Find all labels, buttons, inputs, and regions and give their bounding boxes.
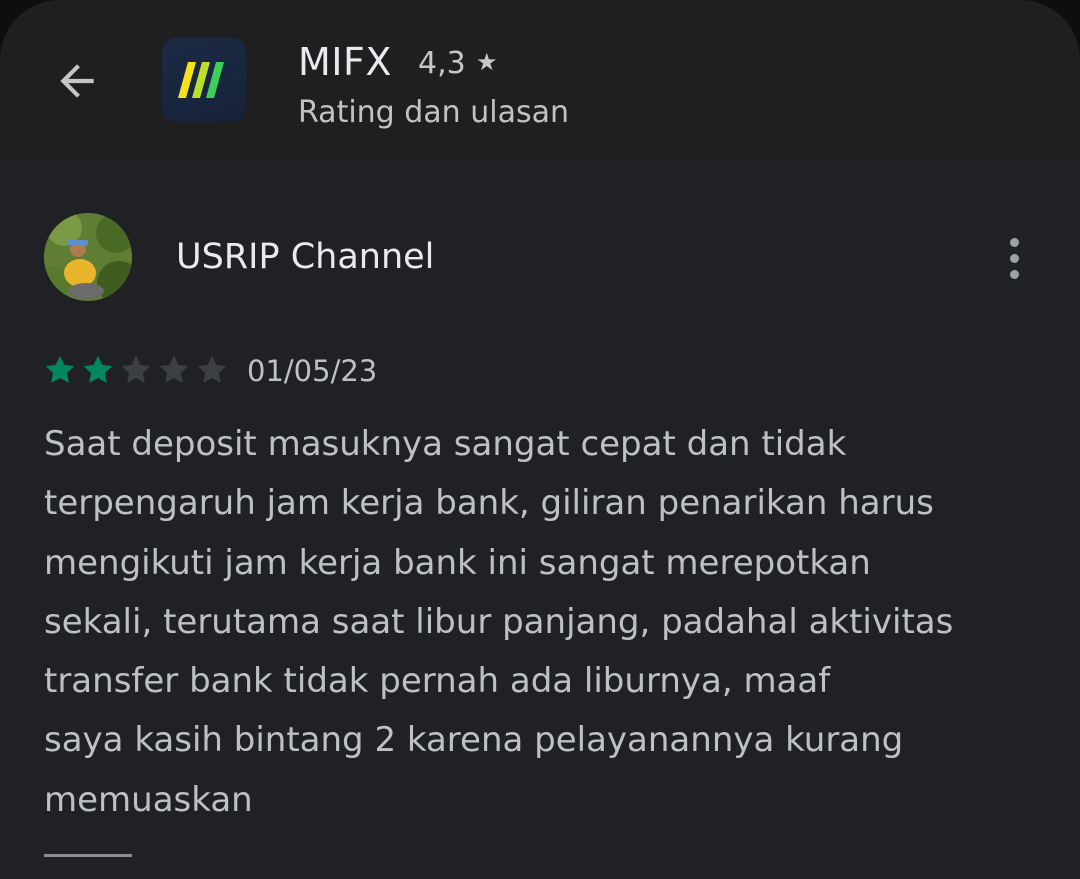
divider (44, 854, 132, 857)
star-filled-icon (83, 355, 113, 383)
avatar-photo (44, 213, 132, 301)
review-screen: MIFX 4,3 ★ Rating dan ulasan USRIP Chann… (0, 0, 1080, 879)
reviewer-name: USRIP Channel (176, 237, 435, 277)
star-filled-icon (45, 355, 75, 383)
star-empty-icon (159, 355, 189, 383)
arrow-back-icon (60, 64, 94, 98)
star-empty-icon (121, 355, 151, 383)
star-empty-icon (197, 355, 227, 383)
review-star-rating (42, 352, 230, 388)
app-bar: MIFX 4,3 ★ Rating dan ulasan (0, 0, 1080, 158)
review-date: 01/05/23 (247, 354, 378, 388)
mifx-app-icon[interactable] (162, 38, 246, 122)
more-vert-icon (1009, 237, 1019, 247)
review-text: Saat deposit masuknya sangat cepat dan t… (44, 424, 954, 820)
page-subtitle: Rating dan ulasan (298, 95, 569, 130)
more-options-button[interactable] (992, 228, 1036, 288)
star-icon: ★ (476, 48, 498, 76)
reviewer-avatar (44, 213, 132, 301)
app-rating-value: 4,3 (418, 46, 466, 81)
app-title: MIFX (298, 40, 392, 84)
mifx-logo-icon (178, 62, 224, 98)
back-button[interactable] (46, 50, 108, 112)
